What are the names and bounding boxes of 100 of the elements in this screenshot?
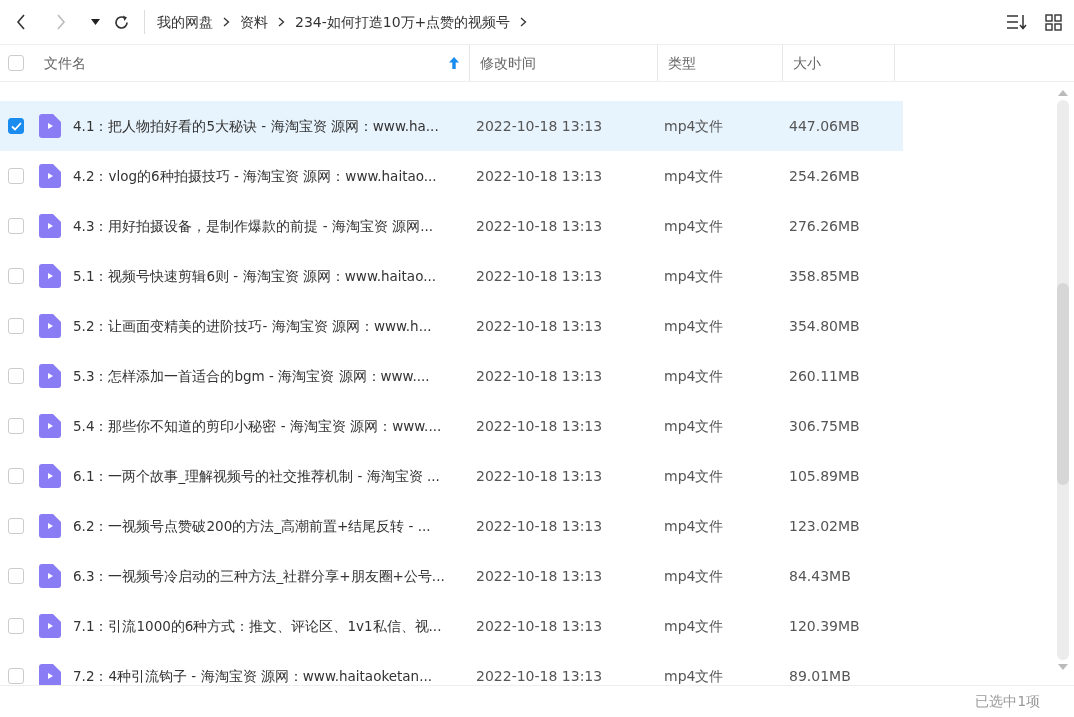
modified-date: 2022-10-18 13:13 bbox=[475, 166, 604, 186]
column-header[interactable]: 文件名 bbox=[24, 45, 470, 81]
file-row[interactable]: 6.1：一两个故事_理解视频号的社交推荐机制 - 海淘宝资 ... 2022-10-18 13:13 mp4文件 105.89MB bbox=[0, 451, 903, 501]
modified-date: 2022-10-18 13:13 bbox=[475, 366, 604, 386]
modified-date: 2022-10-18 13:13 bbox=[475, 616, 604, 636]
scroll-down-icon[interactable] bbox=[1058, 664, 1068, 670]
file-row[interactable]: 7.1：引流1000的6种方式：推文、评论区、1v1私信、视... 2022-10-18 13:13 mp4文件 120.39MB bbox=[0, 601, 903, 651]
column-header[interactable]: 修改时间 bbox=[470, 45, 658, 81]
modified-date: 2022-10-18 13:13 bbox=[475, 516, 604, 536]
modified-date: 2022-10-18 13:13 bbox=[475, 216, 604, 236]
file-name: 4.2：vlog的6种拍摄技巧 - 海淘宝资 源网：www.haitao... bbox=[72, 166, 438, 186]
video-file-icon bbox=[39, 264, 61, 288]
file-row[interactable]: 5.3：怎样添加一首适合的bgm - 海淘宝资 源网：www.... 2022-10-18 13:13 mp4文件 260.11MB bbox=[0, 351, 903, 401]
row-checkbox[interactable] bbox=[8, 568, 24, 584]
row-checkbox[interactable] bbox=[8, 418, 24, 434]
row-checkbox[interactable] bbox=[8, 218, 24, 234]
row-checkbox[interactable] bbox=[8, 468, 24, 484]
breadcrumb-link[interactable]: 我的网盘 bbox=[153, 11, 217, 33]
file-row[interactable]: 6.2：一视频号点赞破200的方法_高潮前置+结尾反转 - ... 2022-10-18 13:13 mp4文件 123.02MB bbox=[0, 501, 903, 551]
file-name: 5.2：让画面变精美的进阶技巧- 海淘宝资 源网：www.h... bbox=[72, 316, 433, 336]
row-checkbox[interactable] bbox=[8, 118, 24, 134]
file-type: mp4文件 bbox=[663, 166, 725, 186]
file-row[interactable]: 5.2：让画面变精美的进阶技巧- 海淘宝资 源网：www.h... 2022-10-18 13:13 mp4文件 354.80MB bbox=[0, 301, 903, 351]
file-name: 7.2：4种引流钩子 - 海淘宝资 源网：www.haitaoketan... bbox=[72, 666, 434, 685]
video-file-icon bbox=[39, 114, 61, 138]
modified-date: 2022-10-18 13:13 bbox=[475, 116, 604, 136]
file-type: mp4文件 bbox=[663, 366, 725, 386]
file-size: 260.11MB bbox=[788, 366, 860, 386]
file-type: mp4文件 bbox=[663, 266, 725, 286]
file-row[interactable]: 4.3：用好拍摄设备，是制作爆款的前提 - 海淘宝资 源网... 2022-10-18 13:13 mp4文件 276.26MB bbox=[0, 201, 903, 251]
file-row[interactable]: 6.3：一视频号冷启动的三种方法_社群分享+朋友圈+公号... 2022-10-18 13:13 mp4文件 84.43MB bbox=[0, 551, 903, 601]
file-size: 89.01MB bbox=[788, 666, 851, 685]
file-size: 120.39MB bbox=[788, 616, 860, 636]
column-header[interactable]: 类型 bbox=[658, 45, 783, 81]
file-name: 6.2：一视频号点赞破200的方法_高潮前置+结尾反转 - ... bbox=[72, 516, 432, 536]
column-header[interactable]: 大小 bbox=[783, 45, 895, 81]
scrollbar-thumb[interactable] bbox=[1057, 283, 1069, 485]
file-name: 5.1：视频号快速剪辑6则 - 海淘宝资 源网：www.haitao... bbox=[72, 266, 438, 286]
selection-count: 已选中1项 bbox=[975, 692, 1040, 712]
file-type: mp4文件 bbox=[663, 416, 725, 436]
video-file-icon bbox=[39, 214, 61, 238]
file-size: 123.02MB bbox=[788, 516, 860, 536]
video-file-icon bbox=[39, 664, 61, 685]
file-name: 7.1：引流1000的6种方式：推文、评论区、1v1私信、视... bbox=[72, 616, 443, 636]
file-size: 447.06MB bbox=[788, 116, 860, 136]
row-checkbox[interactable] bbox=[8, 368, 24, 384]
file-type: mp4文件 bbox=[663, 516, 725, 536]
grid-view-icon bbox=[1044, 13, 1062, 31]
video-file-icon bbox=[39, 414, 61, 438]
scroll-up-icon[interactable] bbox=[1058, 90, 1068, 96]
file-size: 306.75MB bbox=[788, 416, 860, 436]
video-file-icon bbox=[39, 614, 61, 638]
file-name: 4.3：用好拍摄设备，是制作爆款的前提 - 海淘宝资 源网... bbox=[72, 216, 435, 236]
video-file-icon bbox=[39, 514, 61, 538]
back-icon bbox=[16, 14, 26, 30]
modified-date: 2022-10-18 13:13 bbox=[475, 466, 604, 486]
modified-date: 2022-10-18 13:13 bbox=[475, 316, 604, 336]
forward-icon bbox=[56, 14, 66, 30]
row-checkbox[interactable] bbox=[8, 618, 24, 634]
video-file-icon bbox=[39, 564, 61, 588]
video-file-icon bbox=[39, 164, 61, 188]
file-type: mp4文件 bbox=[663, 116, 725, 136]
file-row[interactable]: 5.1：视频号快速剪辑6则 - 海淘宝资 源网：www.haitao... 2022-10-18 13:13 mp4文件 358.85MB bbox=[0, 251, 903, 301]
file-row[interactable]: 7.2：4种引流钩子 - 海淘宝资 源网：www.haitaoketan... 2022-10-18 13:13 mp4文件 89.01MB bbox=[0, 651, 903, 685]
selected-file-row[interactable]: 4.1：把人物拍好看的5大秘诀 - 海淘宝资 源网：www.ha... 2022-10-18 13:13 mp4文件 447.06MB bbox=[0, 101, 903, 151]
row-checkbox[interactable] bbox=[8, 318, 24, 334]
video-file-icon bbox=[39, 464, 61, 488]
file-type: mp4文件 bbox=[663, 666, 725, 685]
file-type: mp4文件 bbox=[663, 616, 725, 636]
file-type: mp4文件 bbox=[663, 566, 725, 586]
sort-icon bbox=[1006, 14, 1028, 30]
row-checkbox[interactable] bbox=[8, 668, 24, 684]
row-checkbox[interactable] bbox=[8, 268, 24, 284]
scrollbar[interactable] bbox=[1057, 90, 1069, 670]
select-all-checkbox[interactable] bbox=[8, 55, 24, 71]
file-name: 4.1：把人物拍好看的5大秘诀 - 海淘宝资 源网：www.ha... bbox=[72, 116, 440, 136]
file-name: 5.4：那些你不知道的剪印小秘密 - 海淘宝资 源网：www.... bbox=[72, 416, 443, 436]
file-size: 354.80MB bbox=[788, 316, 860, 336]
file-type: mp4文件 bbox=[663, 216, 725, 236]
modified-date: 2022-10-18 13:13 bbox=[475, 666, 604, 685]
file-size: 84.43MB bbox=[788, 566, 851, 586]
breadcrumb-link[interactable]: 资料 bbox=[236, 11, 272, 33]
file-size: 276.26MB bbox=[788, 216, 860, 236]
modified-date: 2022-10-18 13:13 bbox=[475, 416, 604, 436]
refresh-icon bbox=[112, 13, 130, 31]
file-type: mp4文件 bbox=[663, 466, 725, 486]
file-row[interactable]: 5.4：那些你不知道的剪印小秘密 - 海淘宝资 源网：www.... 2022-10-18 13:13 mp4文件 306.75MB bbox=[0, 401, 903, 451]
video-file-icon bbox=[39, 314, 61, 338]
modified-date: 2022-10-18 13:13 bbox=[475, 266, 604, 286]
row-checkbox[interactable] bbox=[8, 518, 24, 534]
file-row[interactable]: 4.2：vlog的6种拍摄技巧 - 海淘宝资 源网：www.haitao... 2022-10-18 13:13 mp4文件 254.26MB bbox=[0, 151, 903, 201]
row-checkbox[interactable] bbox=[8, 168, 24, 184]
breadcrumb-link[interactable]: 234-如何打造10万+点赞的视频号 bbox=[291, 11, 515, 33]
file-name: 6.3：一视频号冷启动的三种方法_社群分享+朋友圈+公号... bbox=[72, 566, 446, 586]
file-size: 105.89MB bbox=[788, 466, 860, 486]
modified-date: 2022-10-18 13:13 bbox=[475, 566, 604, 586]
history-dropdown-icon bbox=[90, 19, 100, 25]
file-type: mp4文件 bbox=[663, 316, 725, 336]
file-name: 6.1：一两个故事_理解视频号的社交推荐机制 - 海淘宝资 ... bbox=[72, 466, 441, 486]
file-size: 358.85MB bbox=[788, 266, 860, 286]
